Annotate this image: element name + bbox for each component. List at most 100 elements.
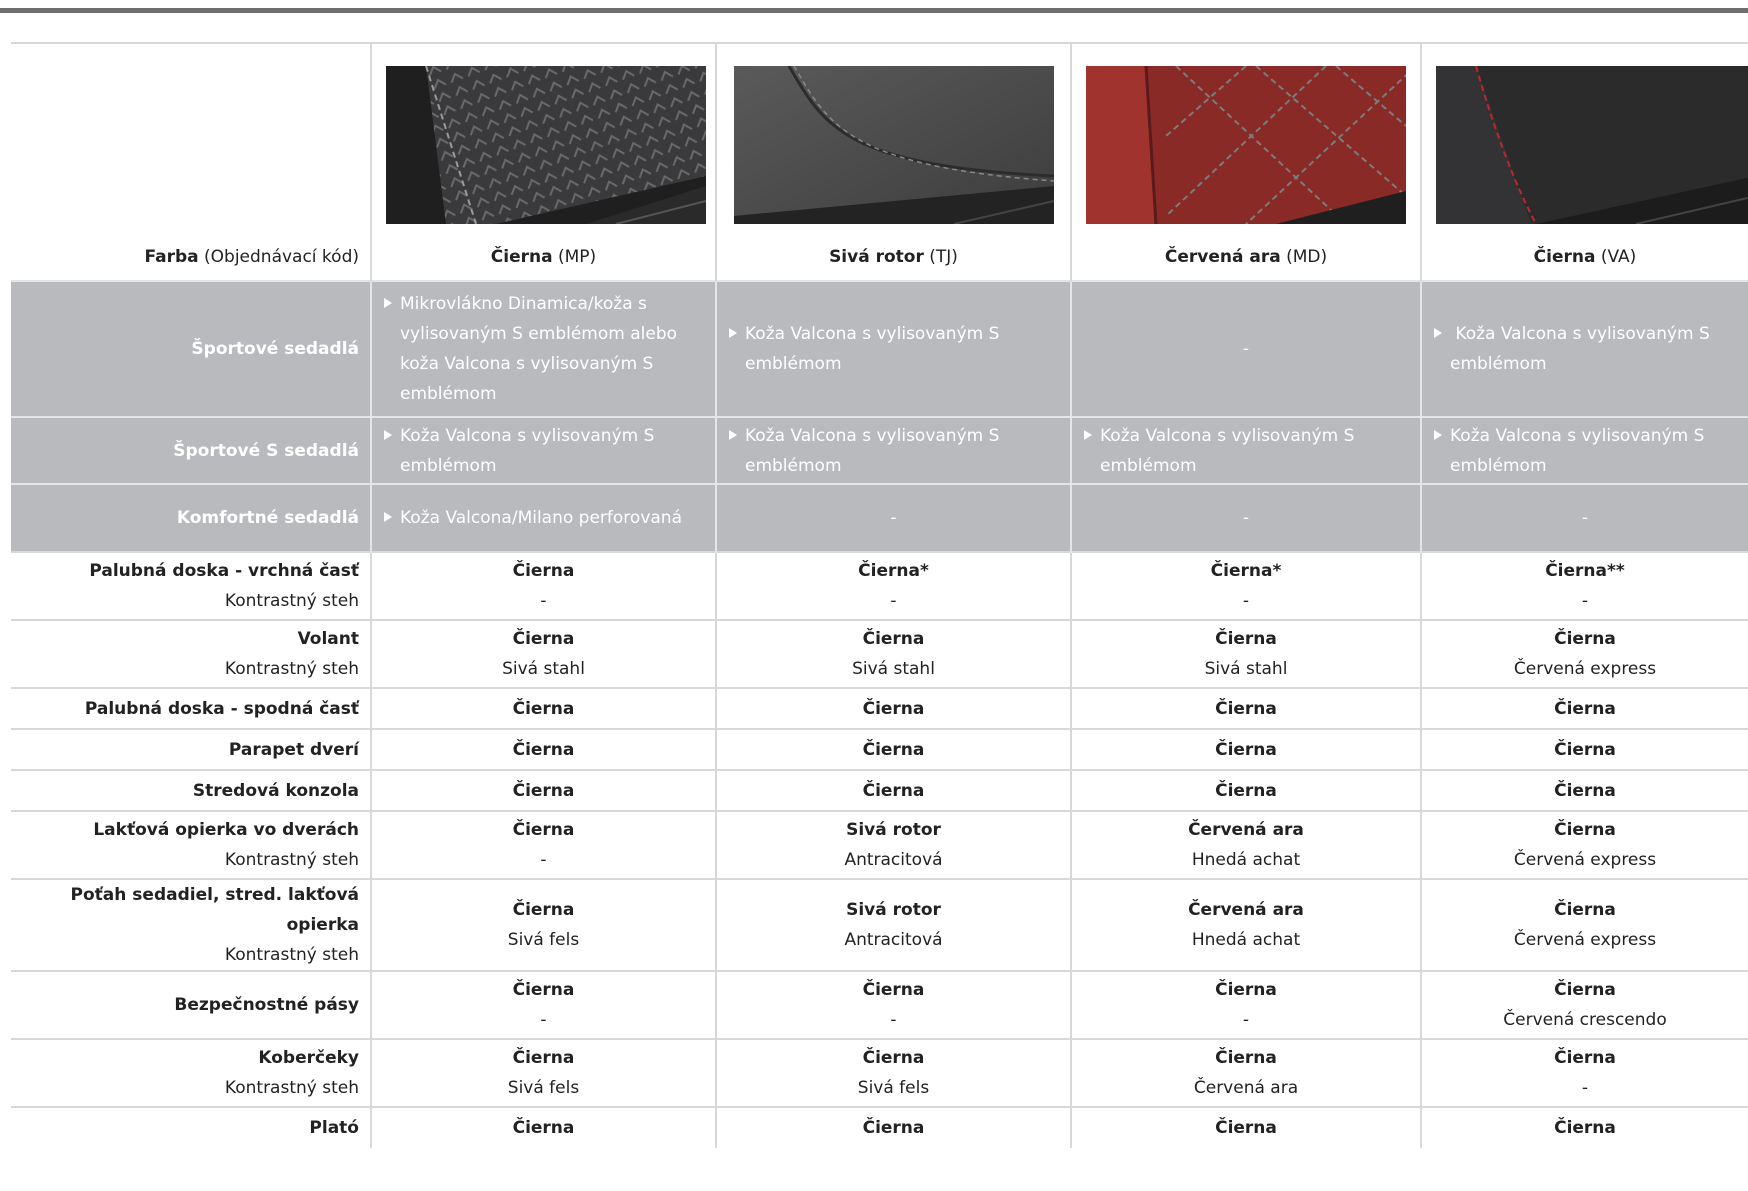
part-color: Čierna [1554, 1118, 1616, 1138]
part-color-cell: Čierna [370, 1107, 716, 1148]
part-color-cell: Sivá rotor Antracitová [715, 879, 1071, 971]
part-label-cell: Parapet dverí [11, 729, 371, 770]
part-color-cell: Čierna Sivá stahl [370, 620, 716, 688]
part-color-cell: Sivá rotor Antracitová [715, 811, 1071, 879]
part-color-cell: Čierna [1070, 688, 1421, 729]
part-color: Čierna [512, 780, 575, 801]
part-color: Červená ara [1188, 900, 1304, 920]
part-color-cell: Červená ara Hnedá achat [1070, 811, 1421, 879]
part-color: Čierna [862, 780, 925, 801]
part-color: Čierna [512, 1048, 575, 1068]
seat-cell: Koža Valcona s vylisovaným S emblémom [1420, 417, 1748, 484]
part-color-cell: Čierna Sivá stahl [1070, 620, 1421, 688]
part-color-cell: Čierna* - [1070, 552, 1421, 620]
stitch-color: Sivá fels [507, 1078, 580, 1098]
part-row: Bezpečnostné pásy Čierna - Čierna - Čierna - Či… [11, 971, 1748, 1039]
header-row: Farba (Objednávací kód) Čierna (MP) Sivá… [11, 43, 1748, 281]
part-color-cell: Čierna - [1070, 971, 1421, 1039]
farba-code-label: (Objednávací kód) [204, 247, 359, 267]
part-sub-label: Kontrastný steh [224, 945, 359, 965]
stitch-color: - [540, 850, 547, 870]
part-row: Stredová konzola Čierna Čierna Čierna Čierna [11, 770, 1748, 811]
top-rule [0, 8, 1748, 13]
stitch-color: - [890, 591, 897, 611]
bullet-triangle-icon [729, 328, 737, 338]
color-header-cell: Čierna (MP) [370, 43, 716, 281]
seat-option-text: Mikrovlákno Dinamica/koža s vylisovaným … [400, 294, 678, 404]
part-color-cell: Červená ara Hnedá achat [1070, 879, 1421, 971]
part-sub-label: Kontrastný steh [224, 850, 359, 870]
seat-option-text: Koža Valcona s vylisovaným S emblémom [745, 324, 1000, 374]
part-color: Čierna [1215, 698, 1277, 719]
stitch-color: Antracitová [844, 850, 943, 870]
part-color-cell: Čierna Sivá stahl [715, 620, 1071, 688]
part-color: Čierna [1215, 780, 1277, 801]
stitch-color: Červená express [1513, 659, 1657, 679]
part-label: Parapet dverí [228, 739, 359, 760]
stitch-color: Hnedá achat [1191, 850, 1301, 870]
part-color: Čierna [1554, 980, 1616, 1000]
part-color: Čierna [862, 1048, 925, 1068]
part-color: Čierna [512, 698, 575, 719]
part-row: Parapet dverí Čierna Čierna Čierna Čierna [11, 729, 1748, 770]
leather-swatch-image [386, 65, 707, 225]
part-sub-label: Kontrastný steh [224, 659, 359, 679]
part-row: Poťah sedadiel, stred. lakťová opierka Ko… [11, 879, 1748, 971]
part-label: Stredová konzola [192, 780, 359, 801]
part-label: Lakťová opierka vo dverách [93, 820, 359, 840]
color-name: Červená ara [1164, 247, 1281, 267]
part-label: Poťah sedadiel, stred. lakťová opierka [70, 885, 359, 935]
part-label: Volant [297, 629, 359, 649]
part-label-cell: Bezpečnostné pásy [11, 971, 371, 1039]
part-color: Čierna [1215, 1118, 1277, 1138]
seat-cell: Koža Valcona s vylisovaným S emblémom [715, 281, 1071, 417]
part-color-cell: Čierna - [370, 971, 716, 1039]
part-color: Čierna [862, 698, 925, 719]
color-name: Čierna [1533, 247, 1596, 267]
part-color-cell: Čierna Červená ara [1070, 1039, 1421, 1107]
seat-cell: Koža Valcona s vylisovaným S emblémom [715, 417, 1071, 484]
part-label-cell: Palubná doska - spodná časť [11, 688, 371, 729]
part-row: Koberčeky Kontrastný steh Čierna Sivá fels Č… [11, 1039, 1748, 1107]
part-color: Čierna [1554, 900, 1616, 920]
part-color-cell: Čierna - [1420, 1039, 1748, 1107]
part-color-cell: Čierna Červená express [1420, 620, 1748, 688]
part-row: Plató Čierna Čierna Čierna Čierna [11, 1107, 1748, 1148]
part-label: Plató [309, 1118, 359, 1138]
stitch-color: - [540, 1010, 547, 1030]
part-label: Palubná doska - vrchná časť [89, 561, 359, 581]
part-color: Sivá rotor [846, 820, 941, 840]
part-color-cell: Čierna* - [715, 552, 1071, 620]
part-color: Čierna [862, 980, 925, 1000]
seat-row-label: Športové S sedadlá [11, 417, 371, 484]
seat-row-label: Športové sedadlá [11, 281, 371, 417]
stitch-color: - [1242, 1010, 1250, 1030]
part-color-cell: Čierna [370, 729, 716, 770]
bullet-triangle-icon [1434, 328, 1442, 338]
stitch-color: Červená ara [1193, 1078, 1299, 1098]
stitch-color: Sivá fels [857, 1078, 930, 1098]
part-color: Čierna [512, 900, 575, 920]
part-color-cell: Čierna Sivá fels [370, 879, 716, 971]
part-color-cell: Čierna Sivá fels [370, 1039, 716, 1107]
seat-cell: Mikrovlákno Dinamica/koža s vylisovaným … [370, 281, 716, 417]
seat-option: Koža Valcona/Milano perforovaná [384, 503, 703, 533]
color-code: (MD) [1286, 247, 1328, 267]
part-color: Červená ara [1188, 820, 1304, 840]
part-color: Čierna [1554, 820, 1616, 840]
seat-option: Koža Valcona s vylisovaným S emblémom [1084, 421, 1408, 481]
color-code: (TJ) [929, 247, 958, 267]
part-color: Čierna [1215, 1048, 1277, 1068]
color-header-cell: Čierna (VA) [1420, 43, 1748, 281]
stitch-color: Antracitová [844, 930, 943, 950]
seat-row: Komfortné sedadlá Koža Valcona/Milano per… [11, 484, 1748, 552]
part-color-cell: Čierna Červená express [1420, 811, 1748, 879]
seat-cell: Koža Valcona s vylisovaným S emblémom [370, 417, 716, 484]
seat-option: Koža Valcona s vylisovaným S emblémom [1434, 421, 1736, 481]
bullet-triangle-icon [1434, 429, 1442, 440]
leather-swatch-image [1086, 65, 1417, 225]
part-row: Palubná doska - vrchná časť Kontrastný st… [11, 552, 1748, 620]
seat-option: Koža Valcona s vylisovaným S emblémom [384, 421, 703, 481]
part-color-cell: Čierna** - [1420, 552, 1748, 620]
part-color: Čierna [512, 561, 575, 581]
